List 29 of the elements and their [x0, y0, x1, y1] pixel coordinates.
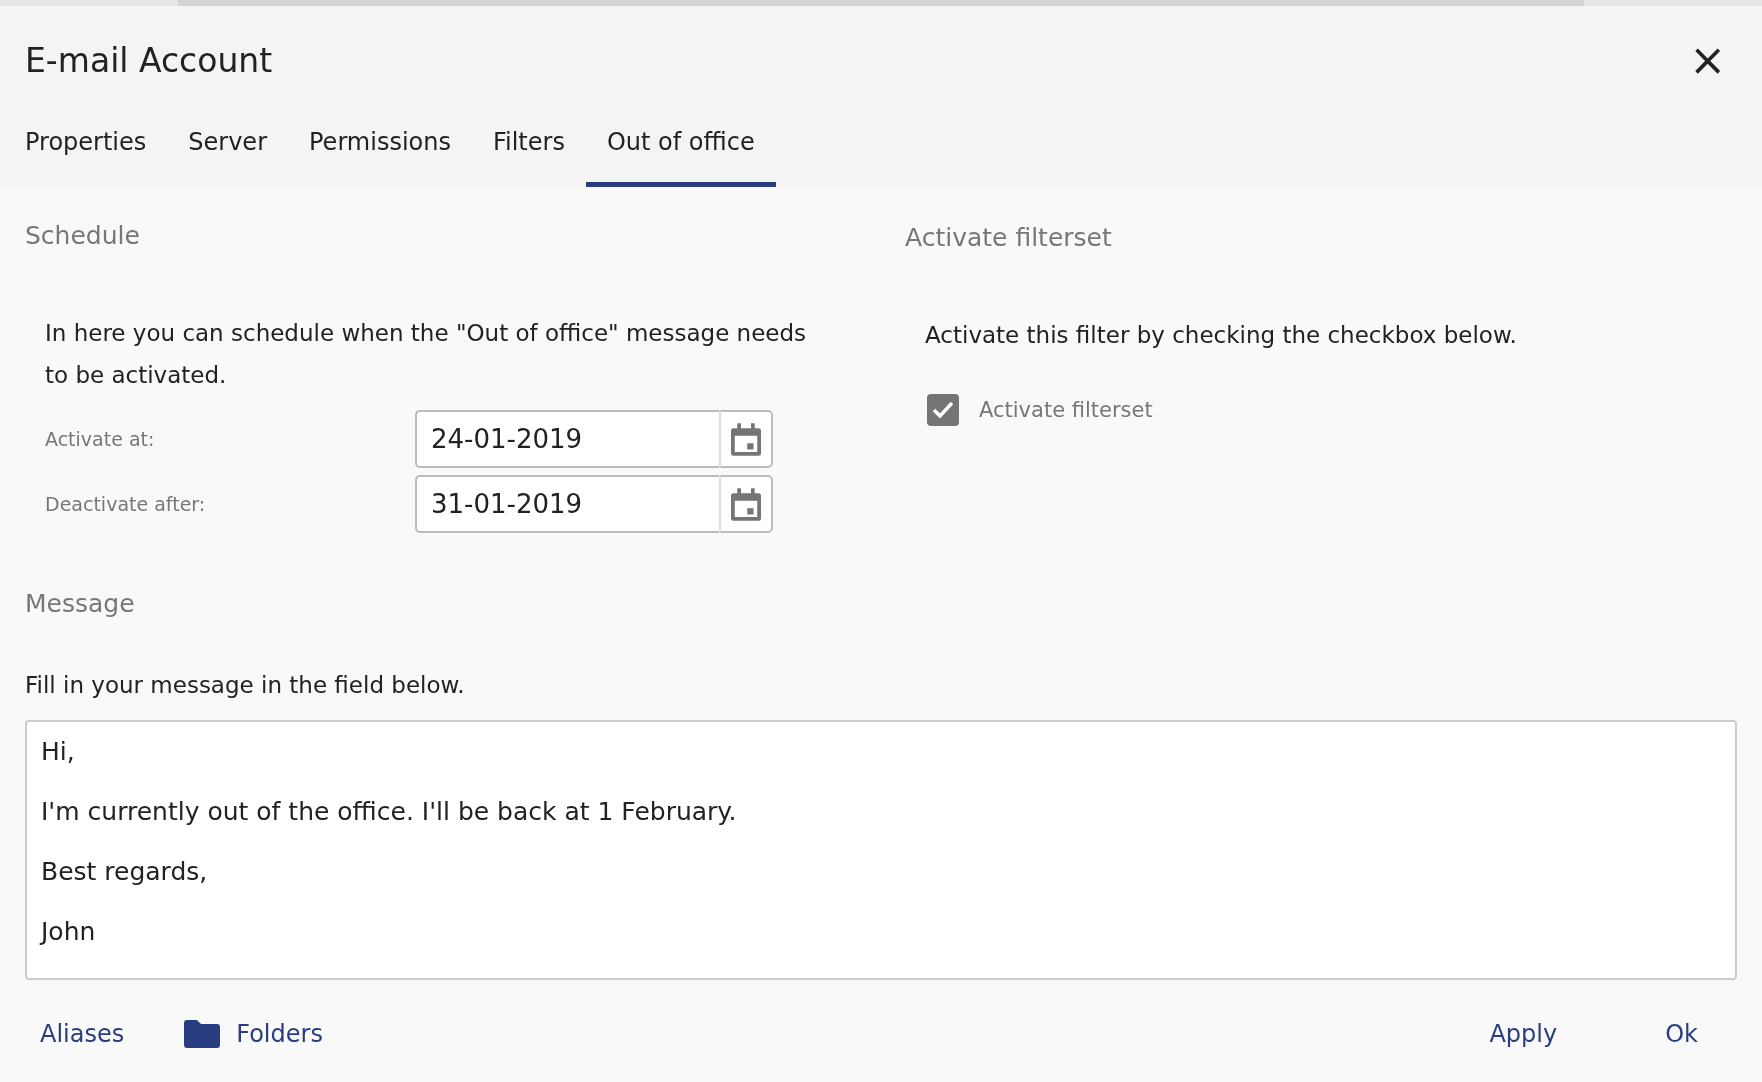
section-heading: Message — [25, 589, 136, 618]
message-field[interactable]: Hi, I'm currently out of the office. I'll be back at 1 February. Best regards, John — [25, 720, 1737, 980]
folder-icon — [184, 1020, 221, 1048]
field-label: Activate at: — [45, 428, 156, 450]
tab[interactable]: Filters — [471, 110, 586, 187]
link-button[interactable]: Ok — [1665, 1020, 1698, 1048]
field-label: Deactivate after: — [45, 493, 207, 515]
checkbox-label: Activate filterset — [979, 398, 1153, 422]
description: Fill in your message in the field below. — [25, 671, 466, 700]
dialog-title: E-mail Account — [25, 40, 273, 80]
calendar-button[interactable] — [719, 410, 773, 468]
folders-button[interactable]: Folders — [184, 1020, 323, 1048]
tab[interactable]: Properties — [4, 110, 168, 187]
link-button[interactable]: Aliases — [40, 1020, 125, 1048]
calendar-icon — [731, 487, 761, 521]
tab[interactable]: Server — [167, 110, 288, 187]
date-field[interactable]: 24-01-2019 — [415, 410, 719, 468]
calendar-icon — [731, 422, 761, 456]
close-button[interactable]: × — [1689, 38, 1726, 82]
link-button[interactable]: Apply — [1489, 1020, 1558, 1048]
description: In here you can schedule when the "Out of office" message needs to be activated. — [45, 319, 808, 390]
section-heading: Schedule — [25, 221, 141, 250]
calendar-button[interactable] — [719, 475, 773, 533]
section-heading: Activate filterset — [905, 223, 1113, 252]
description: Activate this filter by checking the checkbox below. — [925, 321, 1518, 350]
date-field[interactable]: 31-01-2019 — [415, 475, 719, 533]
checkbox[interactable] — [927, 394, 959, 426]
tab[interactable]: Out of office — [585, 110, 776, 187]
tab[interactable]: Permissions — [288, 110, 472, 187]
